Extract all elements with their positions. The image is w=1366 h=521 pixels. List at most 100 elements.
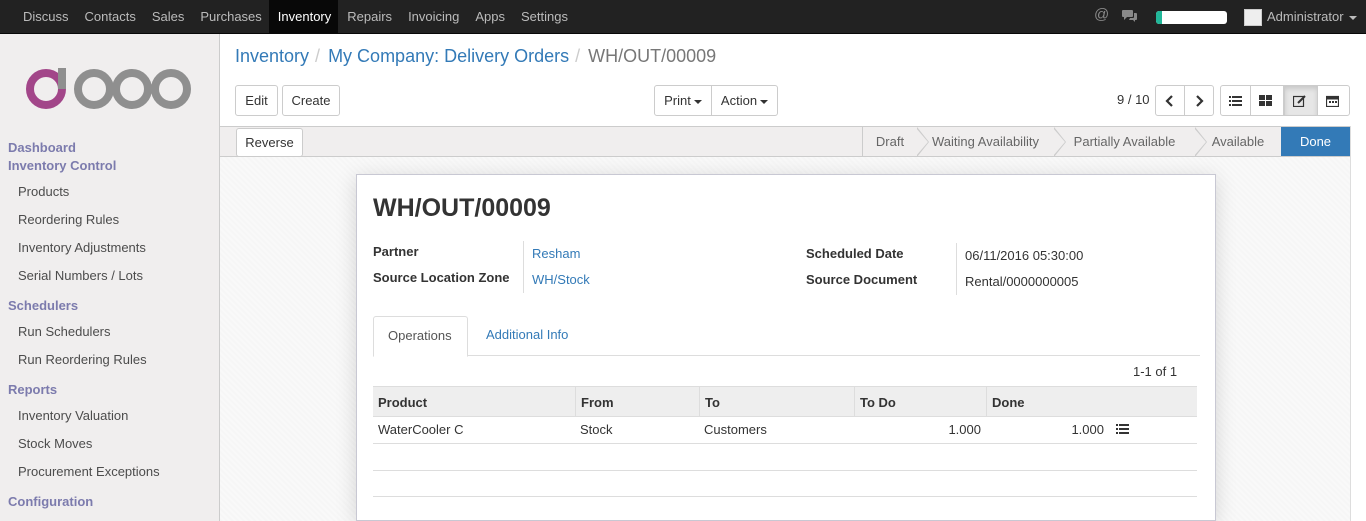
table-header: Product From To To Do Done: [373, 386, 1197, 417]
breadcrumb-separator: /: [315, 46, 321, 66]
stage-label: Partially Available: [1073, 134, 1176, 149]
list-view-button[interactable]: [1220, 85, 1251, 116]
column-product[interactable]: Product: [373, 387, 575, 417]
cell-to: Customers: [704, 422, 767, 437]
action-label: Action: [720, 93, 758, 108]
menu-repairs[interactable]: Repairs: [338, 0, 399, 33]
odoo-logo[interactable]: [26, 68, 192, 110]
tab-additional-info[interactable]: Additional Info: [472, 316, 582, 356]
chevron-right-icon: [1053, 127, 1066, 157]
sidebar-item-products[interactable]: Products: [0, 178, 219, 206]
sidebar-item-serial-numbers-lots[interactable]: Serial Numbers / Lots: [0, 262, 219, 290]
stage-label: Waiting Availability: [932, 134, 1039, 149]
pager-previous-button[interactable]: [1155, 85, 1185, 116]
calendar-view-button[interactable]: [1317, 85, 1350, 116]
pager-value[interactable]: 9 / 10: [1117, 92, 1150, 107]
sidebar: Dashboard Inventory Control Products Reo…: [0, 34, 220, 521]
user-menu[interactable]: Administrator: [1267, 0, 1357, 33]
menu-inventory[interactable]: Inventory: [268, 0, 339, 33]
kanban-icon: [1259, 95, 1272, 106]
app-menu: Discuss Contacts Sales Purchases Invento…: [14, 0, 575, 33]
create-button[interactable]: Create: [282, 85, 340, 116]
tab-operations[interactable]: Operations: [373, 316, 468, 357]
scrollbar[interactable]: [1350, 126, 1366, 521]
breadcrumb-inventory[interactable]: Inventory: [235, 46, 309, 66]
menu-settings[interactable]: Settings: [512, 0, 575, 33]
column-from[interactable]: From: [575, 387, 699, 417]
menu-invoicing[interactable]: Invoicing: [399, 0, 466, 33]
menu-sales[interactable]: Sales: [143, 0, 192, 33]
avatar[interactable]: [1244, 9, 1262, 26]
partner-value[interactable]: Resham: [532, 246, 580, 261]
detailed-operations-icon[interactable]: [1116, 424, 1129, 435]
breadcrumb-separator: /: [575, 46, 581, 66]
column-to[interactable]: To: [699, 387, 854, 417]
scheduled-date-value: 06/11/2016 05:30:00: [965, 248, 1084, 263]
stage-draft[interactable]: Draft: [862, 127, 929, 157]
caret-down-icon: [1348, 15, 1357, 20]
sidebar-section-inventory-control[interactable]: Inventory Control: [0, 157, 219, 175]
table-row-empty: [373, 470, 1197, 497]
stage-waiting-availability[interactable]: Waiting Availability: [917, 127, 1066, 157]
sidebar-section-dashboard[interactable]: Dashboard: [0, 139, 219, 157]
partner-label: Partner: [373, 244, 419, 259]
sidebar-section-schedulers[interactable]: Schedulers: [0, 297, 219, 315]
source-location-value[interactable]: WH/Stock: [532, 272, 590, 287]
at-mention-icon[interactable]: @: [1094, 6, 1109, 23]
action-dropdown[interactable]: Action: [711, 85, 778, 116]
chevron-left-icon: [1165, 95, 1173, 107]
sidebar-item-stock-moves[interactable]: Stock Moves: [0, 430, 219, 458]
progress-bar[interactable]: [1156, 11, 1227, 24]
breadcrumb: Inventory / My Company: Delivery Orders / WH…: [235, 46, 716, 67]
calendar-icon: [1326, 95, 1339, 107]
menu-contacts[interactable]: Contacts: [76, 0, 143, 33]
print-dropdown[interactable]: Print: [654, 85, 712, 116]
column-to-do[interactable]: To Do: [854, 387, 986, 417]
sidebar-section-reports[interactable]: Reports: [0, 381, 219, 399]
sidebar-item-inventory-valuation[interactable]: Inventory Valuation: [0, 402, 219, 430]
sidebar-nav: Dashboard Inventory Control Products Reo…: [0, 139, 219, 511]
caret-down-icon: [693, 99, 702, 104]
menu-purchases[interactable]: Purchases: [191, 0, 268, 33]
stage-done[interactable]: Done: [1281, 127, 1350, 156]
field-divider: [523, 241, 524, 293]
cell-done: 1.000: [1071, 422, 1104, 437]
edit-form-icon: [1293, 95, 1306, 107]
stage-label: Draft: [875, 134, 905, 149]
sidebar-item-inventory-adjustments[interactable]: Inventory Adjustments: [0, 234, 219, 262]
stage-label: Done: [1299, 134, 1332, 149]
edit-button[interactable]: Edit: [235, 85, 278, 116]
chat-icon[interactable]: [1122, 9, 1137, 23]
sidebar-item-run-reordering-rules[interactable]: Run Reordering Rules: [0, 346, 219, 374]
scheduled-date-label: Scheduled Date: [806, 246, 904, 261]
column-done[interactable]: Done: [986, 387, 1197, 417]
menu-apps[interactable]: Apps: [466, 0, 512, 33]
operations-table: Product From To To Do Done WaterCooler C…: [373, 386, 1197, 497]
print-label: Print: [664, 93, 691, 108]
field-divider: [956, 243, 957, 295]
top-navbar: Discuss Contacts Sales Purchases Invento…: [0, 0, 1366, 34]
sidebar-item-procurement-exceptions[interactable]: Procurement Exceptions: [0, 458, 219, 486]
table-pager[interactable]: 1-1 of 1: [1133, 364, 1177, 379]
sidebar-item-reordering-rules[interactable]: Reordering Rules: [0, 206, 219, 234]
source-location-label: Source Location Zone: [373, 270, 510, 285]
breadcrumb-delivery-orders[interactable]: My Company: Delivery Orders: [328, 46, 569, 66]
source-document-label: Source Document: [806, 272, 918, 287]
cell-product: WaterCooler C: [378, 422, 464, 437]
pager-next-button[interactable]: [1184, 85, 1214, 116]
progress-fill: [1156, 11, 1162, 24]
table-row[interactable]: WaterCooler C Stock Customers 1.000 1.00…: [373, 416, 1197, 443]
stage-partially-available[interactable]: Partially Available: [1054, 127, 1207, 157]
chevron-right-icon: [1196, 95, 1204, 107]
reverse-button[interactable]: Reverse: [236, 128, 303, 157]
list-icon: [1229, 96, 1242, 106]
sidebar-section-configuration[interactable]: Configuration: [0, 493, 219, 511]
form-view-button[interactable]: [1284, 85, 1318, 116]
kanban-view-button[interactable]: [1250, 85, 1284, 116]
chevron-right-icon: [1194, 127, 1207, 157]
sidebar-item-run-schedulers[interactable]: Run Schedulers: [0, 318, 219, 346]
status-bar: Reverse Draft Waiting Availability Parti…: [220, 126, 1350, 157]
menu-discuss[interactable]: Discuss: [14, 0, 76, 33]
notebook-tabs: Operations Additional Info: [373, 316, 1200, 357]
stage-available[interactable]: Available: [1195, 127, 1281, 156]
